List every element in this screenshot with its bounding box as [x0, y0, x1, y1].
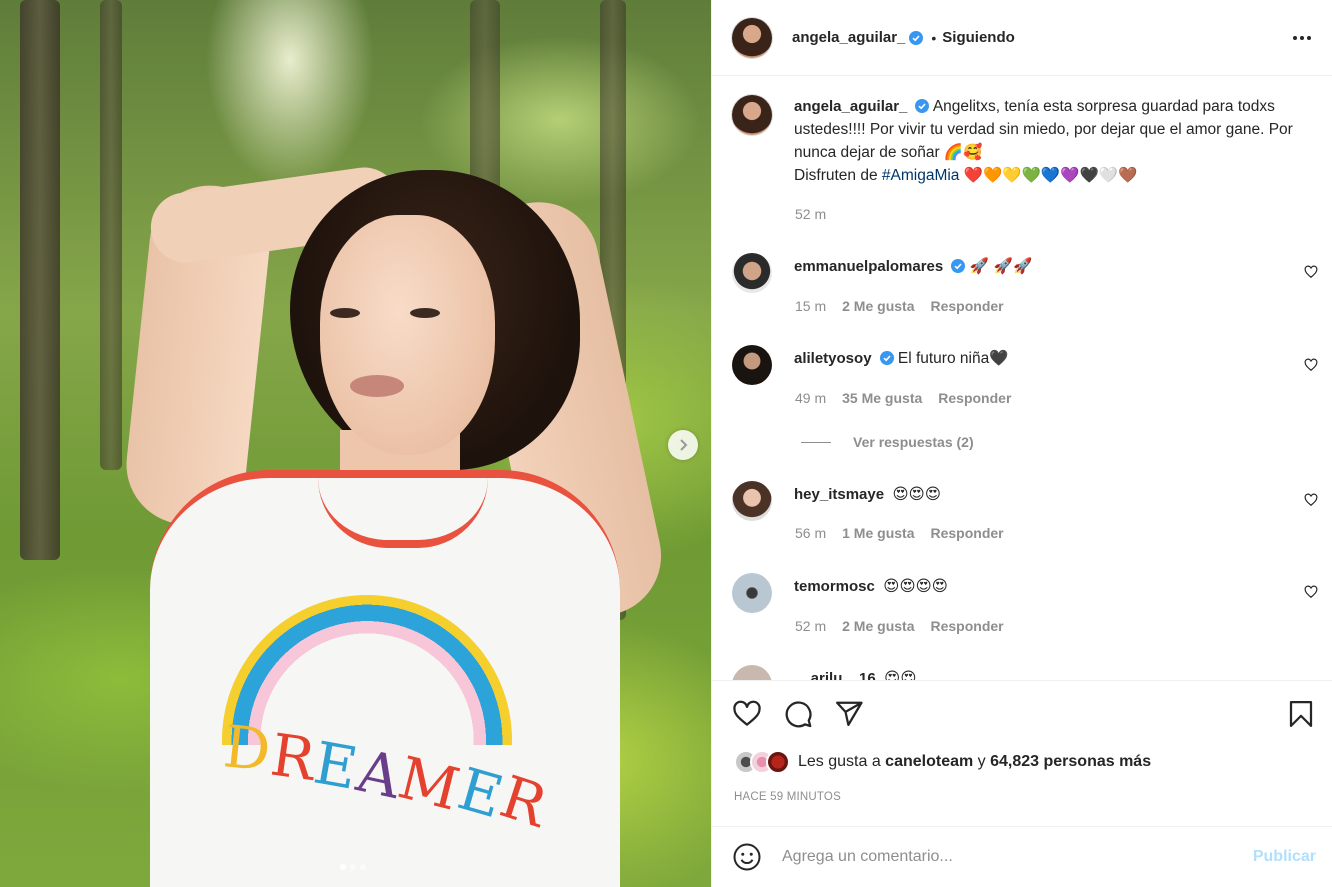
- commenter-avatar[interactable]: [732, 345, 772, 385]
- commenter-avatar[interactable]: [732, 665, 772, 680]
- carousel-next-button[interactable]: [668, 430, 698, 460]
- carousel-dot: [340, 864, 346, 870]
- bookmark-icon[interactable]: [1286, 699, 1316, 729]
- comments-list[interactable]: angela_aguilar_ Angelitxs, tenía esta so…: [712, 77, 1332, 680]
- following-button[interactable]: Siguiendo: [942, 29, 1015, 46]
- comment-reply-button[interactable]: Responder: [930, 618, 1003, 634]
- person-face: [320, 215, 495, 455]
- add-comment-bar: Publicar: [712, 826, 1332, 887]
- comment-meta: 49 m 35 Me gusta Responder: [795, 390, 1011, 406]
- comment-reply-button[interactable]: Responder: [930, 298, 1003, 314]
- caption-meta: 52 m: [795, 206, 826, 222]
- shirt-print-letter: D: [220, 712, 275, 785]
- author-username[interactable]: angela_aguilar_: [792, 29, 905, 46]
- person-eye: [330, 308, 360, 318]
- verified-badge-icon: [909, 30, 924, 45]
- comment-like-heart-icon[interactable]: [1304, 358, 1318, 372]
- comment-meta: 56 m 1 Me gusta Responder: [795, 525, 1004, 541]
- liker-avatar: [766, 750, 790, 774]
- comment-text: 😍😍😍: [892, 485, 941, 503]
- comment-text: 😍😍: [884, 669, 917, 680]
- comment-text: 😍😍😍😍: [883, 577, 948, 595]
- caption-emojis: ❤️🧡💛💚💙💜🖤🤍🤎: [963, 166, 1138, 184]
- verified-badge-icon: [879, 351, 894, 365]
- view-replies-button[interactable]: Ver respuestas (2): [801, 434, 974, 450]
- comment-username[interactable]: hey_itsmaye: [794, 486, 884, 503]
- comment-item: emmanuelpalomares 🚀 🚀🚀: [732, 253, 1332, 293]
- comment-time[interactable]: 52 m: [795, 618, 826, 634]
- author-avatar[interactable]: [732, 17, 772, 58]
- publish-button[interactable]: Publicar: [1253, 848, 1316, 866]
- comment-likes[interactable]: 2 Me gusta: [842, 298, 914, 314]
- commenter-avatar[interactable]: [732, 481, 772, 521]
- comment-item: __arilu__16 😍😍: [732, 665, 1332, 680]
- commenter-avatar[interactable]: [732, 573, 772, 613]
- comment-likes[interactable]: 1 Me gusta: [842, 525, 914, 541]
- post-actions: Les gusta a caneloteam y 64,823 personas…: [712, 680, 1332, 826]
- more-options-icon[interactable]: [1290, 26, 1314, 50]
- author-avatar[interactable]: [732, 95, 772, 135]
- comment-like-heart-icon[interactable]: [1304, 265, 1318, 279]
- comment-like-heart-icon[interactable]: [1304, 585, 1318, 599]
- comment-username[interactable]: aliletyosoy: [794, 350, 872, 367]
- comment-username[interactable]: __arilu__16: [794, 670, 876, 680]
- carousel-dot: [350, 864, 356, 870]
- person-lips: [350, 375, 404, 397]
- heart-icon[interactable]: [732, 699, 762, 729]
- comment-icon[interactable]: [783, 699, 813, 729]
- hashtag-link[interactable]: #AmigaMia: [882, 167, 960, 184]
- comment-username[interactable]: emmanuelpalomares: [794, 258, 943, 275]
- comment-likes[interactable]: 35 Me gusta: [842, 390, 922, 406]
- verified-badge-icon: [915, 99, 930, 113]
- commenter-avatar[interactable]: [732, 253, 772, 293]
- comment-item: hey_itsmaye 😍😍😍: [732, 481, 1332, 521]
- comment-item: temormosc 😍😍😍😍: [732, 573, 1332, 613]
- caption: angela_aguilar_ Angelitxs, tenía esta so…: [732, 95, 1332, 187]
- comment-input[interactable]: [782, 848, 1222, 866]
- comment-time[interactable]: 49 m: [795, 390, 826, 406]
- post-timestamp[interactable]: HACE 59 MINUTOS: [734, 791, 841, 803]
- replies-line: [801, 441, 831, 443]
- comment-text: 🚀 🚀🚀: [969, 257, 1033, 275]
- separator-dot: •: [931, 29, 937, 46]
- comment-likes[interactable]: 2 Me gusta: [842, 618, 914, 634]
- caption-text-line2: Disfruten de: [794, 167, 882, 184]
- comment-meta: 15 m 2 Me gusta Responder: [795, 298, 1004, 314]
- comment-time[interactable]: 15 m: [795, 298, 826, 314]
- likes-summary[interactable]: Les gusta a caneloteam y 64,823 personas…: [734, 750, 1151, 774]
- comment-meta: 52 m 2 Me gusta Responder: [795, 618, 1004, 634]
- carousel-dot: [360, 864, 366, 870]
- caption-username[interactable]: angela_aguilar_: [794, 98, 907, 115]
- paper-plane-icon[interactable]: [834, 699, 864, 729]
- verified-badge-icon: [951, 259, 966, 273]
- chevron-right-icon: [680, 439, 688, 451]
- comment-username[interactable]: temormosc: [794, 578, 875, 595]
- comment-reply-button[interactable]: Responder: [938, 390, 1011, 406]
- post-image[interactable]: DREAMER: [0, 0, 711, 887]
- likes-others-count[interactable]: 64,823 personas más: [990, 753, 1151, 770]
- liker-username[interactable]: caneloteam: [885, 753, 973, 770]
- smiley-icon[interactable]: [732, 842, 762, 872]
- person-eye: [410, 308, 440, 318]
- comment-item: aliletyosoy El futuro niña🖤: [732, 345, 1332, 385]
- post-side-panel: angela_aguilar_ • Siguiendo angela_aguil…: [711, 0, 1332, 887]
- comment-like-heart-icon[interactable]: [1304, 493, 1318, 507]
- comment-text: El futuro niña🖤: [897, 350, 1009, 367]
- view-replies-label: Ver respuestas (2): [853, 434, 974, 450]
- caption-time[interactable]: 52 m: [795, 206, 826, 222]
- post-header: angela_aguilar_ • Siguiendo: [712, 0, 1332, 76]
- carousel-indicator: [340, 864, 366, 870]
- comment-time[interactable]: 56 m: [795, 525, 826, 541]
- likes-middle: y: [973, 753, 991, 770]
- comment-reply-button[interactable]: Responder: [930, 525, 1003, 541]
- likes-prefix: Les gusta a: [798, 753, 886, 770]
